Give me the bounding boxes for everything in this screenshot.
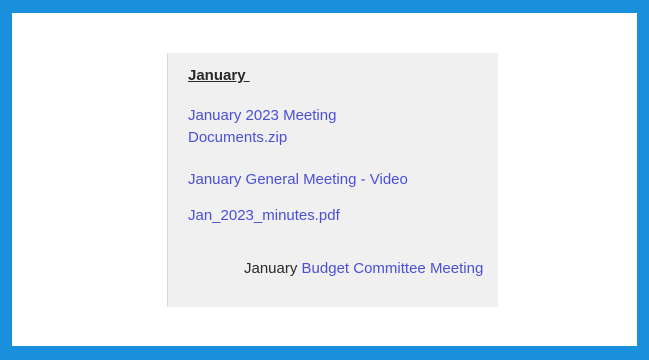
minutes-pdf-link[interactable]: Jan_2023_minutes.pdf	[188, 205, 340, 227]
screenshot-frame: January January 2023 Meeting Documents.z…	[0, 0, 649, 360]
january-documents-panel: January January 2023 Meeting Documents.z…	[167, 53, 498, 307]
section-heading: January	[188, 67, 250, 84]
budget-committee-meeting-link[interactable]: Budget Committee Meeting	[302, 260, 484, 277]
meeting-documents-zip-link[interactable]: January 2023 Meeting Documents.zip	[188, 105, 408, 149]
budget-item-prefix: January	[244, 260, 302, 277]
general-meeting-video-link[interactable]: January General Meeting - Video	[188, 169, 408, 191]
budget-committee-item: January Budget Committee Meeting	[244, 254, 484, 284]
